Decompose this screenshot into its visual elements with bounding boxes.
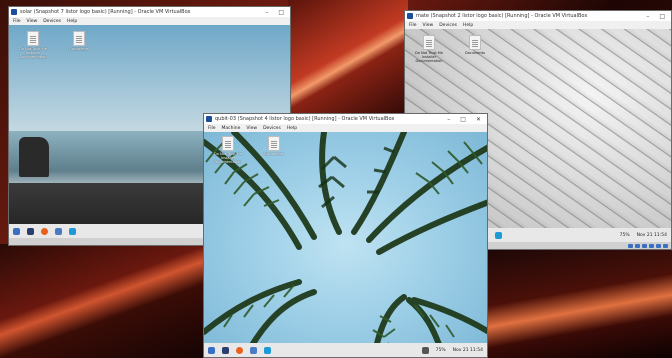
vm-taskbar: 75% Nov 21 11:54 [204, 343, 487, 357]
virtualbox-icon [206, 116, 212, 122]
start-menu-icon[interactable] [13, 227, 20, 235]
shared-folders-status-icon [656, 243, 661, 248]
document-icon [268, 136, 280, 151]
menu-devices[interactable]: Devices [263, 126, 281, 131]
desktop-icon-documents[interactable]: Documents [61, 31, 97, 51]
network-status-icon [642, 243, 647, 248]
menu-help[interactable]: Help [67, 19, 77, 24]
desktop-icon-label: Documents [264, 152, 284, 156]
menu-file[interactable]: File [208, 126, 216, 131]
vm-title: qubit-03 (Snapshot 4 listor logo basic) … [215, 116, 395, 122]
vm-menubar: File Machine View Devices Help [204, 124, 487, 132]
optical-status-icon [635, 243, 640, 248]
maximize-button[interactable]: □ [460, 116, 466, 123]
vm-title: mate (Snapshot 2 listor logo basic) [Run… [416, 13, 588, 19]
camera-icon[interactable] [264, 346, 271, 354]
virtualbox-icon [11, 9, 17, 15]
menu-help[interactable]: Help [463, 23, 473, 28]
vm-titlebar[interactable]: qubit-03 (Snapshot 4 listor logo basic) … [204, 114, 487, 124]
desktop-icon-label: Do Not Trust Me Installer Documentation [415, 51, 443, 63]
document-icon [423, 35, 435, 50]
desktop-icon-installer-docs[interactable]: Do Not Trust Me Installer Documentation [15, 31, 51, 59]
minimize-button[interactable]: – [265, 9, 268, 16]
desktop-icon-documents[interactable]: Documents [457, 35, 493, 55]
firefox-icon[interactable] [236, 346, 243, 354]
clock[interactable]: Nov 21 11:54 [637, 233, 671, 238]
desktop-icon-installer-docs[interactable]: Do Not Trust Me Installer Documentation [210, 136, 246, 164]
firefox-icon[interactable] [41, 227, 48, 235]
vm-screen[interactable]: Do Not Trust Me Installer Documentation … [204, 132, 487, 357]
menu-view[interactable]: View [246, 126, 257, 131]
menu-help[interactable]: Help [287, 126, 297, 131]
menu-devices[interactable]: Devices [439, 23, 457, 28]
menu-view[interactable]: View [423, 23, 434, 28]
menu-view[interactable]: View [27, 19, 38, 24]
wallpaper-rock [19, 137, 49, 177]
desktop-icon-installer-docs[interactable]: Do Not Trust Me Installer Documentation [411, 35, 447, 63]
terminal-icon[interactable] [27, 227, 34, 235]
menu-file[interactable]: File [409, 23, 417, 28]
battery-indicator[interactable]: 75% [436, 348, 446, 353]
usb-status-icon [649, 243, 654, 248]
maximize-button[interactable]: □ [659, 13, 665, 20]
virtualbox-icon [407, 13, 413, 19]
minimize-button[interactable]: – [646, 13, 649, 20]
document-icon [27, 31, 39, 46]
host-wallpaper-accent [288, 0, 408, 120]
vm-titlebar[interactable]: solar (Snapshot 7 listor logo basic) [Ru… [9, 7, 290, 17]
terminal-icon[interactable] [222, 346, 229, 354]
files-icon[interactable] [250, 346, 257, 354]
storage-status-icon [628, 243, 633, 248]
menu-devices[interactable]: Devices [43, 19, 61, 24]
close-button[interactable]: ✕ [476, 116, 481, 123]
document-icon [469, 35, 481, 50]
files-icon[interactable] [55, 227, 62, 235]
host-wallpaper-accent-lower-left [0, 244, 210, 358]
display-status-icon [663, 243, 668, 248]
menu-file[interactable]: File [13, 19, 21, 24]
clock[interactable]: Nov 21 11:54 [453, 348, 487, 353]
camera-icon[interactable] [495, 231, 502, 239]
document-icon [222, 136, 234, 151]
desktop-icon-documents[interactable]: Documents [256, 136, 292, 156]
battery-indicator[interactable]: 75% [620, 233, 630, 238]
document-icon [73, 31, 85, 46]
vm-menubar: File View Devices Help [9, 17, 290, 25]
desktop-icon-label: Documents [69, 47, 89, 51]
menu-machine[interactable]: Machine [222, 126, 241, 131]
vm-window-palms[interactable]: qubit-03 (Snapshot 4 listor logo basic) … [203, 113, 488, 358]
start-menu-icon[interactable] [208, 346, 215, 354]
vm-title: solar (Snapshot 7 listor logo basic) [Ru… [20, 9, 191, 15]
wallpaper-palm-fronds [204, 132, 487, 357]
camera-icon[interactable] [69, 227, 76, 235]
desktop-icon-label: Do Not Trust Me Installer Documentation [19, 47, 47, 59]
maximize-button[interactable]: □ [278, 9, 284, 16]
desktop-icon-label: Documents [465, 51, 485, 55]
minimize-button[interactable]: – [447, 116, 450, 123]
volume-icon[interactable] [421, 346, 429, 354]
vm-menubar: File View Devices Help [405, 21, 671, 29]
desktop-icon-label: Do Not Trust Me Installer Documentation [214, 152, 242, 164]
host-wallpaper-accent-lower-right [487, 250, 672, 358]
vm-titlebar[interactable]: mate (Snapshot 2 listor logo basic) [Run… [405, 11, 671, 21]
